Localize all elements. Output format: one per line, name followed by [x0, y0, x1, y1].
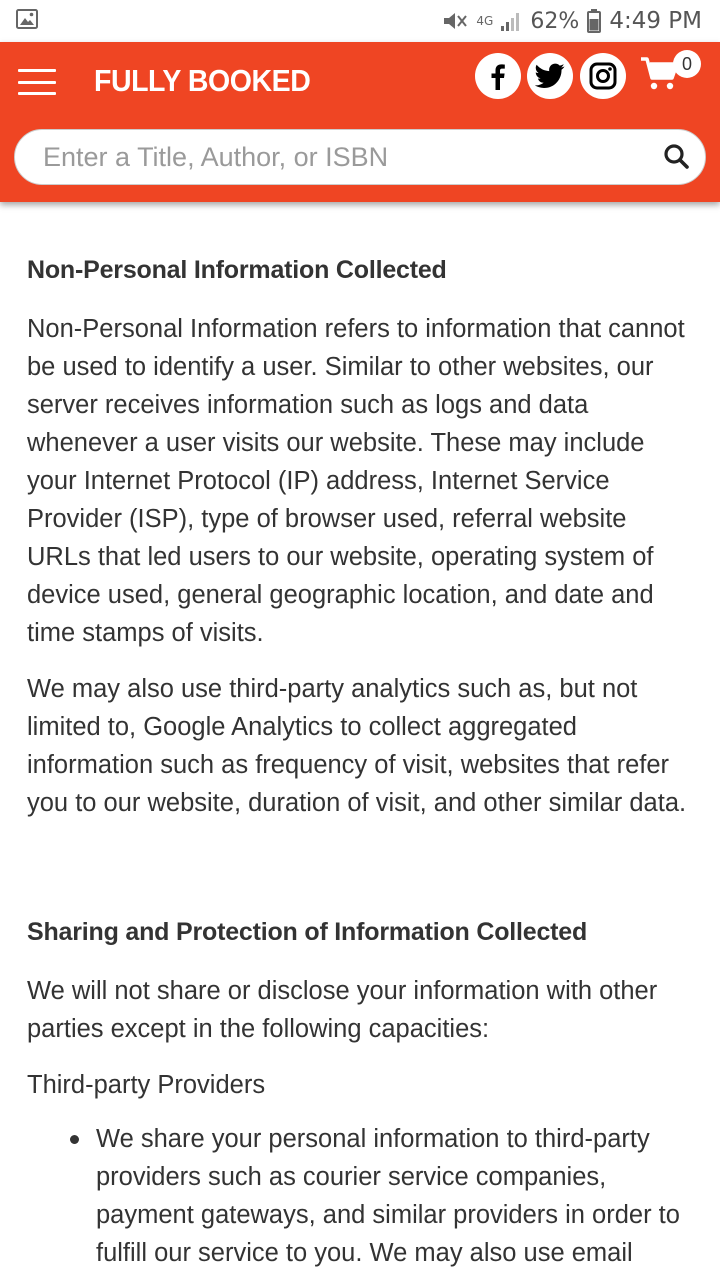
search-bar: [14, 129, 706, 185]
battery-percentage: 62%: [530, 8, 580, 34]
subheading-third-party-providers: Third-party Providers: [27, 1071, 266, 1099]
instagram-icon[interactable]: [580, 53, 626, 99]
cart-count-badge: 0: [673, 50, 701, 78]
paragraph: Non-Personal Information refers to infor…: [27, 315, 685, 647]
privacy-policy-content: Non-Personal Information Collected Non-P…: [27, 250, 697, 1272]
search-input[interactable]: [43, 130, 643, 184]
menu-icon[interactable]: [18, 69, 56, 95]
bullet-list: We share your personal information to th…: [27, 1120, 697, 1272]
section-heading-non-personal-info: Non-Personal Information Collected: [27, 256, 447, 284]
search-icon[interactable]: [663, 143, 691, 171]
status-bar: 4G 62% 4:49 PM: [0, 0, 720, 42]
facebook-icon[interactable]: [475, 53, 521, 99]
clock: 4:49 PM: [609, 8, 702, 34]
twitter-icon[interactable]: [527, 53, 573, 99]
section-heading-sharing-protection: Sharing and Protection of Information Co…: [27, 918, 588, 946]
battery-icon: [587, 9, 602, 33]
paragraph: We will not share or disclose your infor…: [27, 977, 658, 1043]
signal-icon: [501, 13, 520, 31]
brand-logo[interactable]: FULLY BOOKED: [94, 60, 311, 102]
network-type: 4G: [476, 14, 494, 28]
paragraph: We may also use third-party analytics su…: [27, 675, 687, 817]
gallery-notification-icon: [16, 9, 38, 29]
site-header: FULLY BOOKED 0: [0, 42, 720, 202]
mute-icon: [444, 13, 468, 29]
list-item: We share your personal information to th…: [70, 1120, 697, 1272]
